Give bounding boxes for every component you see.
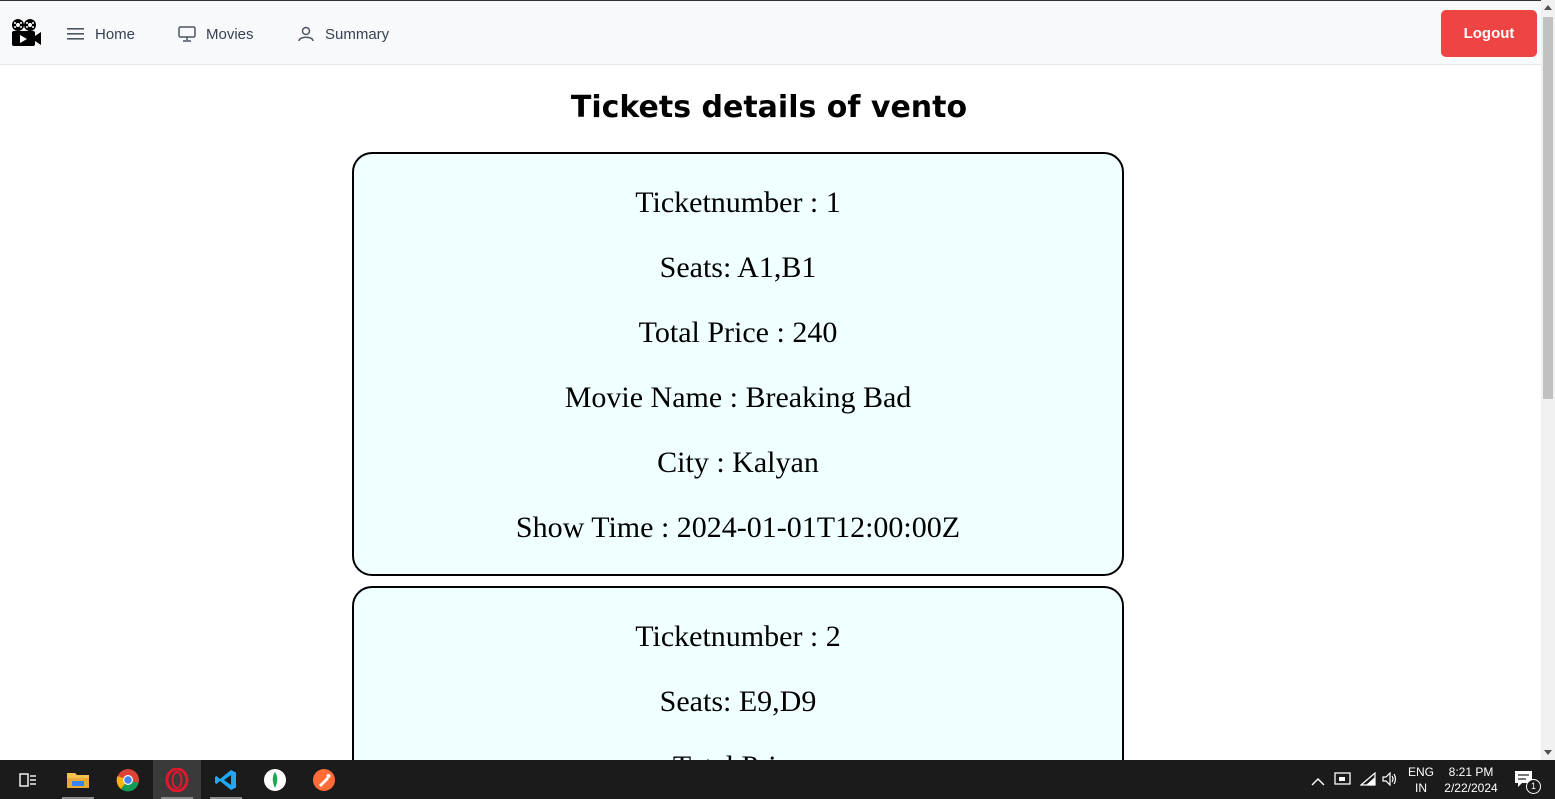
ticket-card: Ticketnumber : 2 Seats: E9,D9 Total Pric… — [352, 586, 1124, 760]
scroll-up-arrow-icon[interactable] — [1544, 5, 1552, 10]
volume-icon[interactable] — [1382, 771, 1398, 791]
ticket-show-time: Show Time : 2024-01-01T12:00:00Z — [515, 511, 961, 544]
ticket-city: City : Kalyan — [657, 446, 819, 479]
nav-movies[interactable]: Movies — [178, 21, 254, 47]
file-explorer-icon[interactable] — [54, 760, 102, 799]
ticket-total-price: Total Price — [354, 750, 1122, 760]
nav-summary[interactable]: Summary — [297, 21, 389, 47]
scrollbar-thumb[interactable] — [1543, 17, 1553, 399]
ticket-seats: Seats: E9,D9 — [659, 685, 817, 718]
ticket-movie-name: Movie Name : Breaking Bad — [564, 381, 912, 414]
page-title: Tickets details of vento — [570, 90, 968, 125]
show-hidden-icons-chevron-up-icon[interactable] — [1311, 774, 1325, 792]
language-indicator[interactable]: ENG IN — [1404, 764, 1438, 796]
scroll-down-arrow-icon[interactable] — [1544, 750, 1552, 755]
browser-viewport: Home Movies Summary Logout Tickets detai… — [0, 0, 1541, 760]
task-view-icon[interactable] — [4, 760, 52, 799]
windows-taskbar: ENG IN 8:21 PM 2/22/2024 1 — [0, 760, 1555, 799]
user-icon — [298, 26, 314, 42]
clock[interactable]: 8:21 PM 2/22/2024 — [1440, 764, 1502, 796]
ticket-seats: Seats: A1,B1 — [659, 251, 817, 284]
nav-home-label: Home — [95, 25, 136, 43]
meet-now-icon[interactable] — [1334, 771, 1352, 792]
nav-home[interactable]: Home — [67, 21, 135, 47]
language-code: ENG — [1407, 765, 1434, 779]
opera-icon[interactable] — [153, 760, 201, 799]
postman-icon[interactable] — [300, 760, 348, 799]
nav-summary-label: Summary — [325, 25, 390, 43]
clock-date: 2/22/2024 — [1444, 781, 1498, 795]
ticket-number: Ticketnumber : 2 — [635, 620, 841, 653]
region-code: IN — [1415, 781, 1427, 795]
top-navbar: Home Movies Summary Logout — [0, 0, 1541, 65]
ticket-number: Ticketnumber : 1 — [635, 186, 841, 219]
vertical-scrollbar[interactable] — [1541, 0, 1555, 760]
hamburger-menu-icon — [67, 28, 84, 40]
wifi-icon[interactable] — [1359, 771, 1376, 791]
monitor-icon — [178, 26, 196, 42]
ticket-card: Ticketnumber : 1 Seats: A1,B1 Total Pric… — [352, 152, 1124, 576]
film-camera-logo-icon[interactable] — [10, 18, 42, 48]
mongodb-compass-icon[interactable] — [251, 760, 299, 799]
logout-button[interactable]: Logout — [1441, 10, 1537, 57]
ticket-total-price: Total Price : 240 — [638, 316, 838, 349]
notification-count-badge: 1 — [1526, 779, 1541, 794]
chrome-icon[interactable] — [104, 760, 152, 799]
clock-time: 8:21 PM — [1448, 765, 1494, 779]
notification-center-icon[interactable]: 1 — [1514, 770, 1541, 794]
vscode-icon[interactable] — [202, 760, 250, 799]
nav-movies-label: Movies — [206, 25, 254, 43]
